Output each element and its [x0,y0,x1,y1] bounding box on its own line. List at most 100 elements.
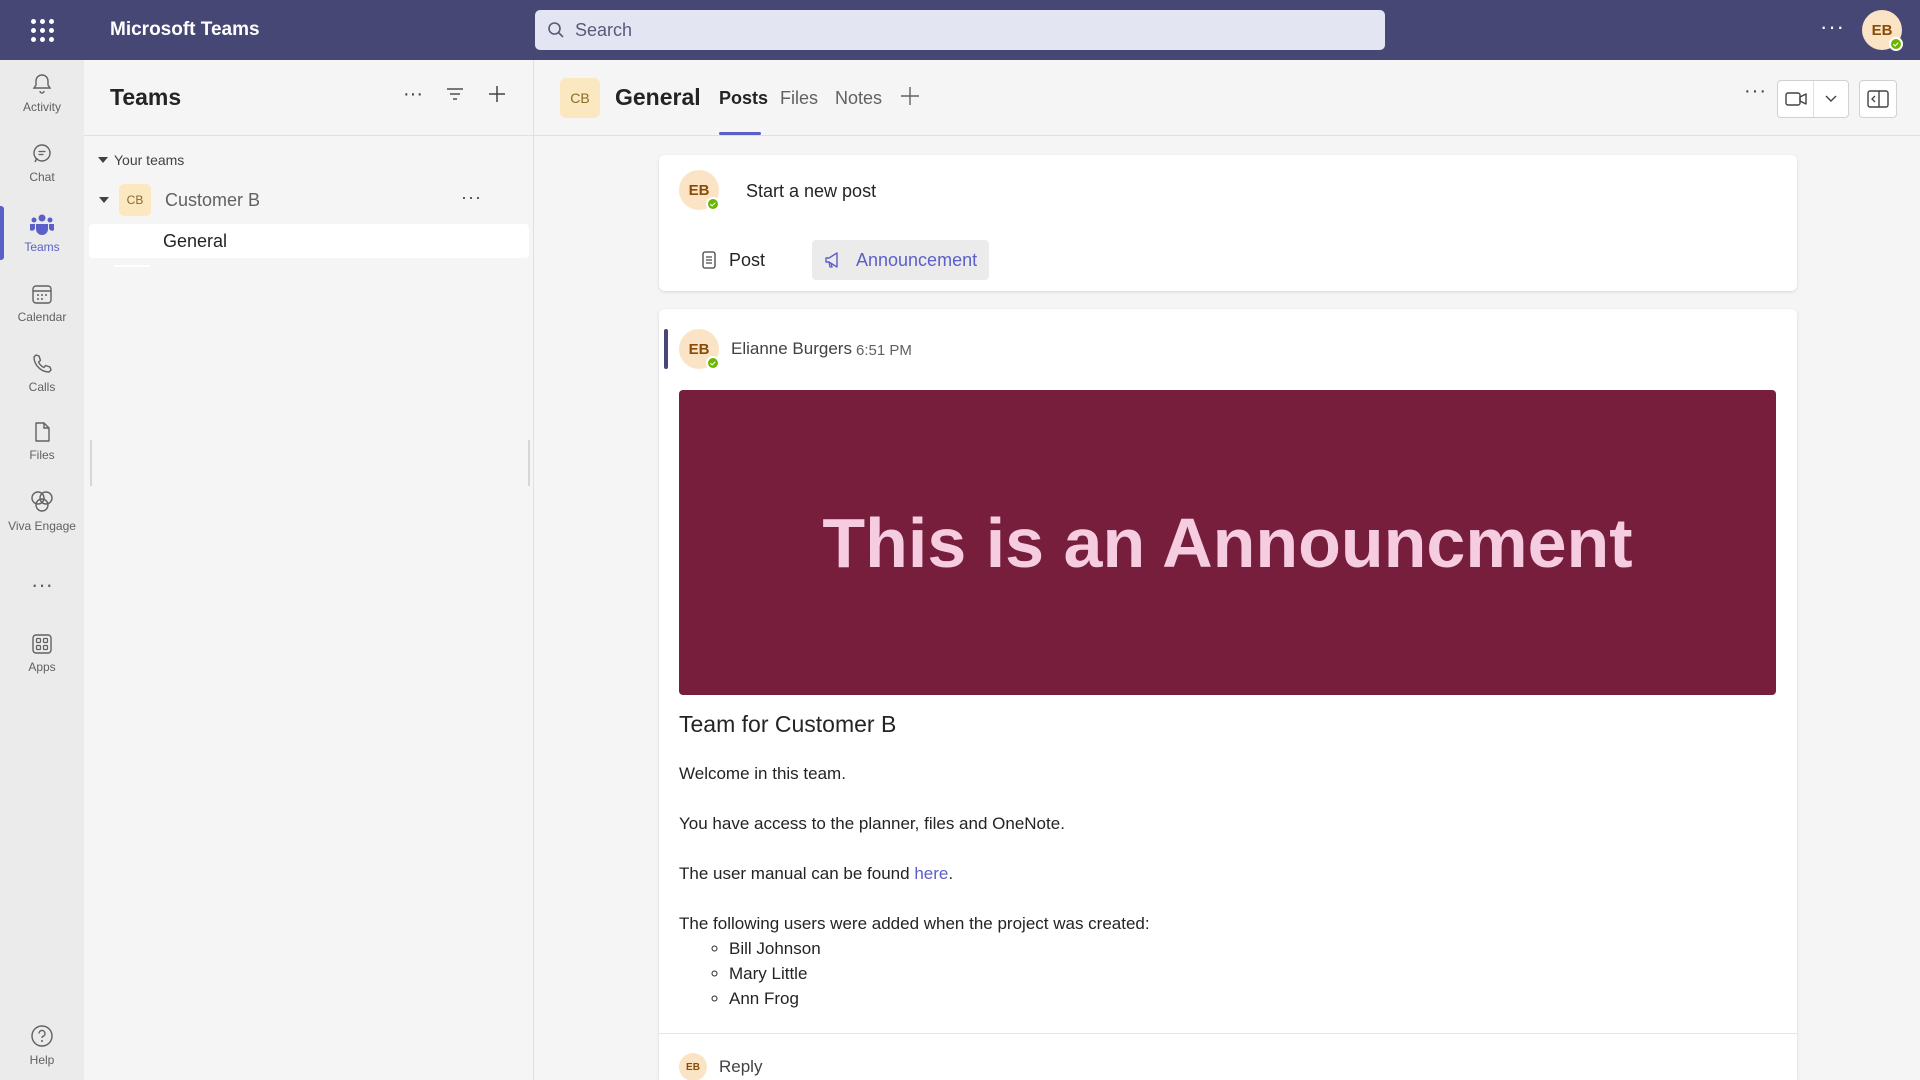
new-post-card: EB Start a new post Post Announcement [659,155,1797,291]
search-input[interactable]: Search [535,10,1385,50]
teams-icon [30,214,54,235]
announcement-headline: This is an Announcment [822,503,1633,582]
post-timestamp: 6:51 PM [856,342,912,359]
resize-handle[interactable] [90,440,92,486]
search-icon [548,22,564,38]
rail-item-calendar[interactable]: Calendar [0,270,84,336]
meet-button[interactable] [1777,80,1849,118]
reply-button[interactable]: EB Reply [679,1053,762,1080]
rail-item-teams[interactable]: Teams [0,200,84,266]
avatar-initials: EB [688,340,710,358]
announcement-label: Announcement [856,249,978,270]
team-avatar: CB [119,184,151,216]
rail-label: Apps [28,660,56,674]
post-subject: Team for Customer B [679,711,897,737]
side-panel-icon [1867,90,1889,108]
search-placeholder: Search [575,19,633,40]
team-more-options-button[interactable]: ··· [461,187,482,208]
channel-name: General [163,230,228,251]
list-item: Ann Frog [729,986,1150,1011]
tab-notes[interactable]: Notes [835,88,882,109]
rail-item-chat[interactable]: Chat [0,130,84,196]
help-icon [31,1025,53,1047]
video-camera-icon [1778,81,1814,117]
app-launcher-button[interactable] [0,0,84,60]
open-side-panel-button[interactable] [1859,80,1897,118]
plus-icon [901,87,919,105]
rail-label: Teams [24,240,60,254]
rail-label: Help [29,1053,55,1067]
add-tab-button[interactable] [900,82,920,113]
teams-panel-title: Teams [110,84,182,110]
teams-panel-actions: ··· [403,83,507,105]
post-label: Post [729,249,766,270]
rail-label: Activity [22,100,61,114]
file-icon [35,422,50,442]
rail-item-help[interactable]: Help [0,1012,84,1078]
presence-available-icon [706,356,720,370]
post-button[interactable]: Post [689,240,777,280]
post-line: The user manual can be found here. [679,861,1150,886]
post-text: . [948,864,954,883]
chevron-down-icon[interactable] [1814,95,1848,103]
rail-item-files[interactable]: Files [0,408,84,474]
app-title: Microsoft Teams [110,19,260,40]
channel-title: General [615,84,701,110]
chevron-down-icon [98,157,108,163]
teams-list-panel: Teams ··· Your teams CB Customer B ··· G… [84,60,534,1080]
author-name: Elianne Burgers [731,339,852,358]
author-avatar[interactable]: EB [679,329,720,370]
resize-handle[interactable] [528,440,530,486]
rail-label: Calendar [17,310,67,324]
waffle-icon [30,18,54,42]
post-line: You have access to the planner, files an… [679,814,1065,833]
reply-label: Reply [719,1057,763,1076]
filter-button[interactable] [445,84,465,104]
tab-posts[interactable]: Posts [719,88,768,109]
tab-files[interactable]: Files [780,88,818,109]
rail-item-apps[interactable]: Apps [0,620,84,686]
user-manual-link[interactable]: here [914,864,948,883]
channel-header: CB General Posts Files Notes ··· [534,60,1920,136]
more-options-button[interactable]: ··· [403,83,423,105]
viva-engage-icon [31,491,53,512]
settings-more-button[interactable]: ··· [1820,14,1845,40]
your-teams-section-toggle[interactable]: Your teams [98,152,184,168]
start-new-post-button[interactable]: Start a new post [746,181,876,202]
team-item-customer-b[interactable]: CB Customer B ··· [98,180,518,220]
bell-icon [32,74,52,94]
rail-label: Viva Engage [8,519,76,533]
post-body: Welcome in this team. You have access to… [679,761,1150,1011]
rail-label: Chat [29,170,55,184]
app-rail: Activity Chat Teams Calendar Calls Files… [0,60,84,1080]
rail-item-calls[interactable]: Calls [0,340,84,406]
list-item: Mary Little [729,961,1150,986]
avatar: EB [679,170,720,211]
channel-item-general[interactable]: General [89,224,529,258]
calendar-icon [32,285,52,304]
rail-item-activity[interactable]: Activity [0,60,84,126]
announcement-button[interactable]: Announcement [812,240,990,280]
rail-item-viva-engage[interactable]: Viva Engage [0,478,84,544]
more-apps-button[interactable]: ··· [0,552,84,618]
presence-available-icon [1889,37,1903,51]
announcement-accent-bar [664,329,668,369]
chat-icon [33,144,51,163]
plus-icon [489,86,505,102]
announcement-banner: This is an Announcment [679,390,1776,695]
add-team-button[interactable] [487,84,507,104]
top-bar: Microsoft Teams Search ··· EB [0,0,1920,60]
channel-more-options-button[interactable]: ··· [1744,80,1767,103]
active-tab-indicator [719,132,761,135]
phone-icon [33,354,52,373]
avatar-initials: EB [688,181,710,199]
profile-avatar[interactable]: EB [1862,10,1903,51]
rail-label: Calls [28,380,56,394]
list-item: Bill Johnson [729,936,1150,961]
your-teams-label: Your teams [114,152,185,168]
channel-team-avatar: CB [560,78,600,118]
post-line: Welcome in this team. [679,764,846,783]
channel-view: CB General Posts Files Notes ··· EB Star… [534,60,1920,1080]
profile-initials: EB [1871,21,1893,39]
team-name: Customer B [165,189,261,210]
